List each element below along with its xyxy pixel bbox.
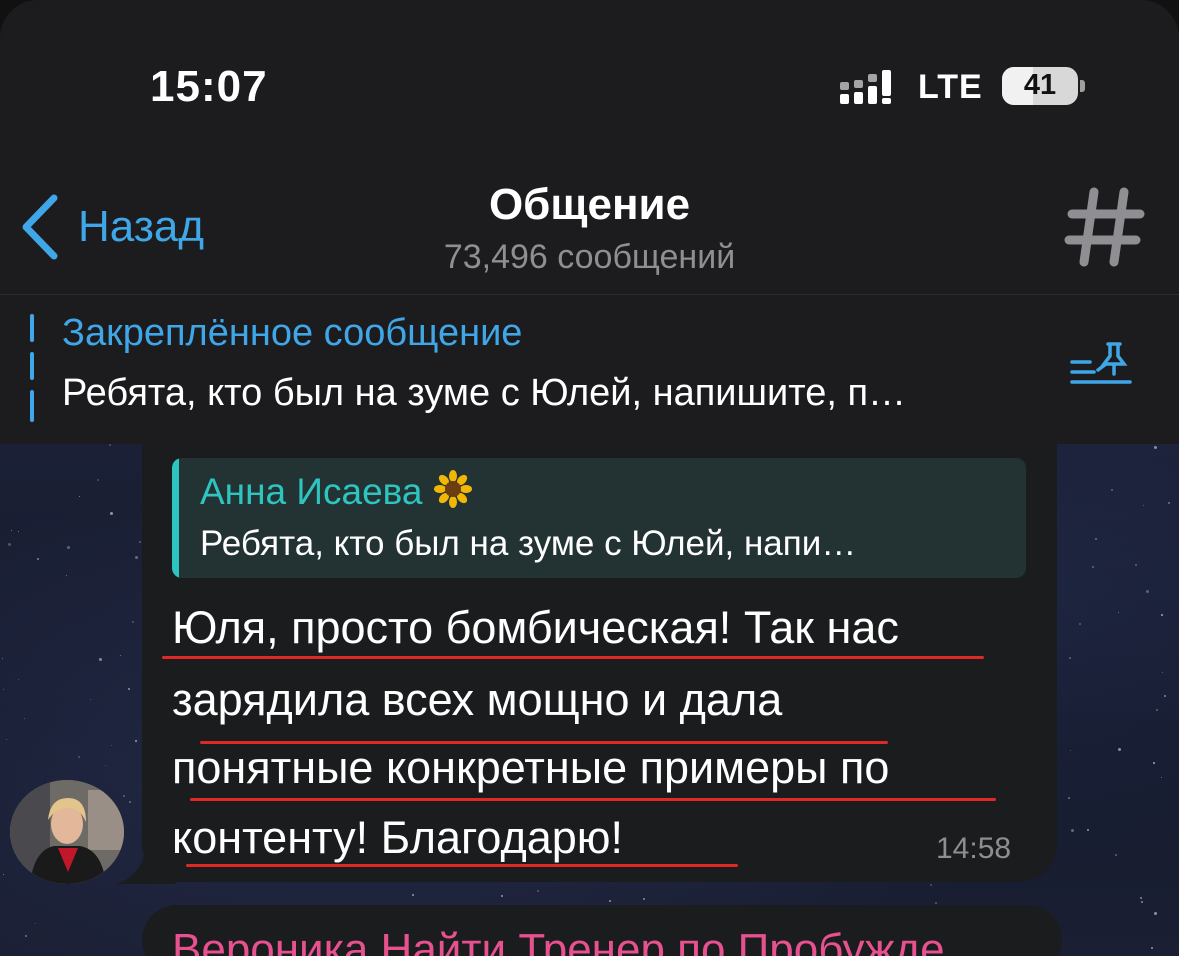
reply-author-name: Анна Исаева	[200, 471, 423, 512]
star	[1135, 564, 1137, 566]
star	[135, 556, 138, 559]
star	[1161, 614, 1163, 616]
star	[1140, 897, 1142, 899]
star	[8, 543, 11, 546]
star	[35, 923, 36, 924]
star	[67, 546, 70, 549]
star	[412, 894, 414, 896]
avatar[interactable]	[10, 780, 124, 884]
pinned-title[interactable]: Закреплённое сообщение	[62, 312, 522, 355]
star	[1161, 777, 1162, 778]
reply-text: Ребята, кто был на зуме с Юлей, напи…	[200, 524, 857, 563]
star	[135, 740, 137, 742]
header-divider	[0, 294, 1179, 295]
message-count: 73,496 сообщений	[443, 238, 736, 276]
star	[6, 739, 7, 740]
chat-title[interactable]: Общение	[0, 180, 1179, 230]
star	[3, 689, 4, 690]
red-underline	[162, 656, 984, 659]
pinned-indicator	[30, 314, 34, 422]
star	[25, 935, 27, 937]
star	[128, 688, 130, 690]
hash-icon[interactable]	[1064, 186, 1146, 268]
star	[935, 902, 937, 904]
message-text-line: контенту! Благодарю!	[172, 812, 624, 863]
star	[1087, 829, 1089, 831]
battery-icon: 41	[1002, 67, 1078, 105]
message-text-line: Юля, просто бомбическая! Так нас	[172, 602, 899, 653]
reply-quote[interactable]: Анна Исаева Ребята, кто был на зуме с Юл…	[172, 458, 1026, 578]
star	[99, 658, 102, 661]
next-message-bubble[interactable]: Вероника Найти Тренер по Пробужде…	[142, 905, 1062, 956]
message-text-line: понятные конкретные примеры по	[172, 742, 890, 793]
star	[1118, 612, 1119, 613]
star	[1092, 566, 1094, 568]
star	[1168, 502, 1170, 504]
star	[1153, 762, 1155, 764]
reply-author: Анна Исаева	[200, 470, 473, 513]
star	[97, 479, 99, 481]
star	[11, 530, 12, 531]
star	[24, 718, 25, 719]
star	[79, 496, 80, 497]
star	[1095, 538, 1097, 540]
star	[2, 658, 3, 659]
star	[1115, 854, 1117, 856]
message-text-line: зарядила всех мощно и дала	[172, 674, 783, 725]
star	[132, 621, 134, 623]
star	[609, 900, 611, 902]
star	[1069, 657, 1071, 659]
star	[90, 699, 91, 700]
message-time: 14:58	[936, 832, 1012, 865]
star	[139, 541, 141, 543]
star	[1071, 829, 1074, 832]
star	[1162, 672, 1163, 673]
phone-screen: 15:07 LTE 41 Назад Общение 73,496 сообще…	[0, 0, 1179, 956]
star	[643, 898, 645, 900]
pinned-preview[interactable]: Ребята, кто был на зуме с Юлей, напишите…	[62, 372, 1072, 415]
signal-strength-icon	[840, 70, 891, 104]
star	[1111, 489, 1113, 491]
star	[930, 884, 932, 886]
star	[129, 801, 131, 803]
next-message-author: Вероника Найти Тренер по Пробужде…	[172, 925, 989, 956]
star	[1079, 623, 1081, 625]
star	[78, 756, 80, 758]
top-panel: 15:07 LTE 41 Назад Общение 73,496 сообще…	[0, 0, 1179, 444]
star	[37, 558, 39, 560]
star	[109, 444, 111, 446]
status-time: 15:07	[150, 62, 268, 111]
reply-accent-bar	[172, 458, 179, 578]
star	[1151, 947, 1153, 949]
star	[3, 874, 4, 875]
star	[537, 890, 539, 892]
star	[1141, 901, 1143, 903]
battery-percent: 41	[1023, 69, 1057, 101]
star	[18, 679, 19, 680]
star	[1156, 709, 1158, 711]
pinned-list-icon[interactable]	[1068, 340, 1134, 390]
sunflower-icon	[434, 470, 473, 508]
red-underline	[200, 741, 888, 744]
star	[110, 512, 113, 515]
star	[66, 575, 67, 576]
star	[111, 745, 112, 746]
star	[1118, 748, 1121, 751]
star	[18, 531, 19, 532]
star	[120, 655, 121, 656]
battery-cap	[1080, 80, 1085, 92]
star	[1143, 505, 1144, 506]
network-type: LTE	[918, 68, 983, 106]
red-underline	[186, 864, 738, 867]
star	[1154, 446, 1157, 449]
star	[501, 895, 503, 897]
star	[1146, 590, 1149, 593]
star	[1070, 750, 1071, 751]
red-underline	[190, 798, 996, 801]
star	[123, 795, 125, 797]
star	[1068, 797, 1070, 799]
star	[1164, 695, 1166, 697]
star	[1154, 912, 1157, 915]
star	[105, 765, 106, 766]
